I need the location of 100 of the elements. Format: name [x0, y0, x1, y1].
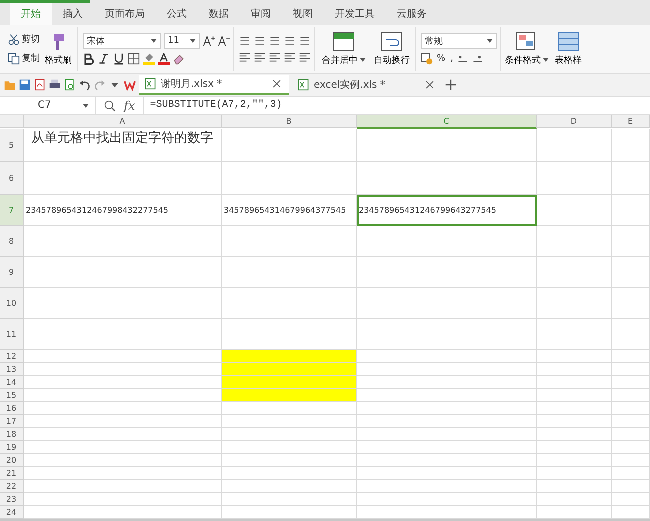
- column-header[interactable]: A: [24, 115, 222, 128]
- column-header[interactable]: B: [222, 115, 357, 128]
- redo-icon: [94, 79, 106, 91]
- ribbon-tab[interactable]: 开始: [10, 3, 52, 25]
- row-header[interactable]: 14: [0, 376, 24, 389]
- format-painter-button[interactable]: 格式刷: [43, 32, 74, 66]
- select-all-corner[interactable]: [0, 115, 24, 128]
- name-box[interactable]: C7: [0, 97, 96, 114]
- folder-icon: [4, 79, 16, 91]
- table-cell: [612, 454, 650, 467]
- merge-cells-icon: [333, 32, 355, 52]
- conditional-format-icon: [516, 32, 538, 52]
- outdent-icon: [299, 35, 311, 47]
- table-style-button[interactable]: 表格样: [553, 32, 584, 66]
- wrap-text-icon: [381, 32, 403, 52]
- table-cell: [612, 428, 650, 441]
- align-center-icon: [254, 51, 266, 63]
- percent-button[interactable]: %: [436, 54, 447, 64]
- spreadsheet-file-icon: [298, 79, 310, 91]
- row-header[interactable]: 22: [0, 480, 24, 493]
- add-tab-icon: [445, 79, 457, 91]
- close-icon: [271, 78, 283, 90]
- currency-icon: [421, 53, 433, 65]
- shrink-font-icon: [218, 35, 230, 47]
- wrap-text-button[interactable]: 自动换行: [372, 32, 412, 66]
- copy-icon: [8, 52, 20, 64]
- merge-center-button[interactable]: 合并居中: [320, 32, 368, 66]
- save-icon: [19, 79, 31, 91]
- comma-button[interactable]: ,: [450, 54, 454, 64]
- number-format-dropdown[interactable]: 常规: [421, 33, 497, 49]
- conditional-format-button[interactable]: 条件格式: [503, 32, 551, 66]
- caret-icon: [151, 38, 157, 44]
- row-header[interactable]: 5: [0, 129, 24, 162]
- table-cell: [612, 441, 650, 454]
- scissors-icon: [8, 34, 20, 46]
- row-header[interactable]: 7: [0, 195, 24, 226]
- table-cell: [612, 319, 650, 350]
- column-header[interactable]: D: [537, 115, 612, 128]
- row-header[interactable]: 13: [0, 363, 24, 376]
- document-tab[interactable]: 谢明月.xlsx *: [139, 75, 289, 95]
- undo-icon: [79, 79, 91, 91]
- formula-field[interactable]: =SUBSTITUTE(A7,2,"",3): [143, 97, 650, 114]
- copy-button[interactable]: 复制: [7, 52, 41, 65]
- ribbon-tab[interactable]: 云服务: [386, 3, 438, 25]
- row-header[interactable]: 12: [0, 350, 24, 363]
- caret-icon: [360, 57, 366, 63]
- font-color-icon: [158, 53, 170, 65]
- table-cell: [612, 480, 650, 493]
- spreadsheet-file-icon: [145, 78, 157, 90]
- caret-icon: [190, 38, 196, 44]
- table-cell: [612, 493, 650, 506]
- zoom-icon: [104, 100, 116, 112]
- row-header[interactable]: 8: [0, 226, 24, 257]
- ribbon-tab[interactable]: 页面布局: [94, 3, 156, 25]
- ribbon-tab[interactable]: 数据: [198, 3, 240, 25]
- font-name-dropdown[interactable]: 宋体: [83, 33, 161, 49]
- table-cell: [612, 467, 650, 480]
- ribbon-tab[interactable]: 开发工具: [324, 3, 386, 25]
- italic-icon: [98, 53, 110, 65]
- borders-icon: [128, 53, 140, 65]
- table-style-icon: [558, 32, 580, 52]
- ribbon-tab[interactable]: 公式: [156, 3, 198, 25]
- row-header[interactable]: 20: [0, 454, 24, 467]
- table-cell: [612, 226, 650, 257]
- grow-font-icon: [203, 35, 215, 47]
- ribbon-tab[interactable]: 视图: [282, 3, 324, 25]
- table-cell: 234578965431246799643277545: [357, 195, 537, 226]
- row-header[interactable]: 15: [0, 389, 24, 402]
- ribbon-tab[interactable]: 插入: [52, 3, 94, 25]
- row-header[interactable]: 23: [0, 493, 24, 506]
- table-cell: 2345789654312467998432277545: [24, 195, 222, 226]
- table-cell: 从单元格中找出固定字符的数字: [24, 129, 222, 162]
- row-header[interactable]: 19: [0, 441, 24, 454]
- underline-icon: [113, 53, 125, 65]
- column-header[interactable]: E: [612, 115, 650, 128]
- table-cell: [612, 162, 650, 195]
- document-tab[interactable]: excel实例.xls *: [292, 75, 442, 95]
- distribute-icon: [299, 51, 311, 63]
- justify-icon: [284, 51, 296, 63]
- table-cell: [612, 288, 650, 319]
- cut-button[interactable]: 剪切: [7, 33, 41, 46]
- table-cell: [612, 415, 650, 428]
- row-header[interactable]: 9: [0, 257, 24, 288]
- row-header[interactable]: 18: [0, 428, 24, 441]
- bold-icon: [83, 53, 95, 65]
- row-header[interactable]: 24: [0, 506, 24, 519]
- function-label[interactable]: fx: [124, 98, 136, 112]
- table-cell: 345789654314679964377545: [222, 195, 357, 226]
- row-header[interactable]: 16: [0, 402, 24, 415]
- row-header[interactable]: 17: [0, 415, 24, 428]
- ribbon-tab[interactable]: 审阅: [240, 3, 282, 25]
- indent-icon: [284, 35, 296, 47]
- row-header[interactable]: 6: [0, 162, 24, 195]
- row-header[interactable]: 10: [0, 288, 24, 319]
- row-header[interactable]: 21: [0, 467, 24, 480]
- font-size-dropdown[interactable]: 11: [164, 33, 200, 49]
- align-right-icon: [269, 51, 281, 63]
- row-header[interactable]: 11: [0, 319, 24, 350]
- caret-icon: [487, 38, 493, 44]
- align-top-icon: [239, 35, 251, 47]
